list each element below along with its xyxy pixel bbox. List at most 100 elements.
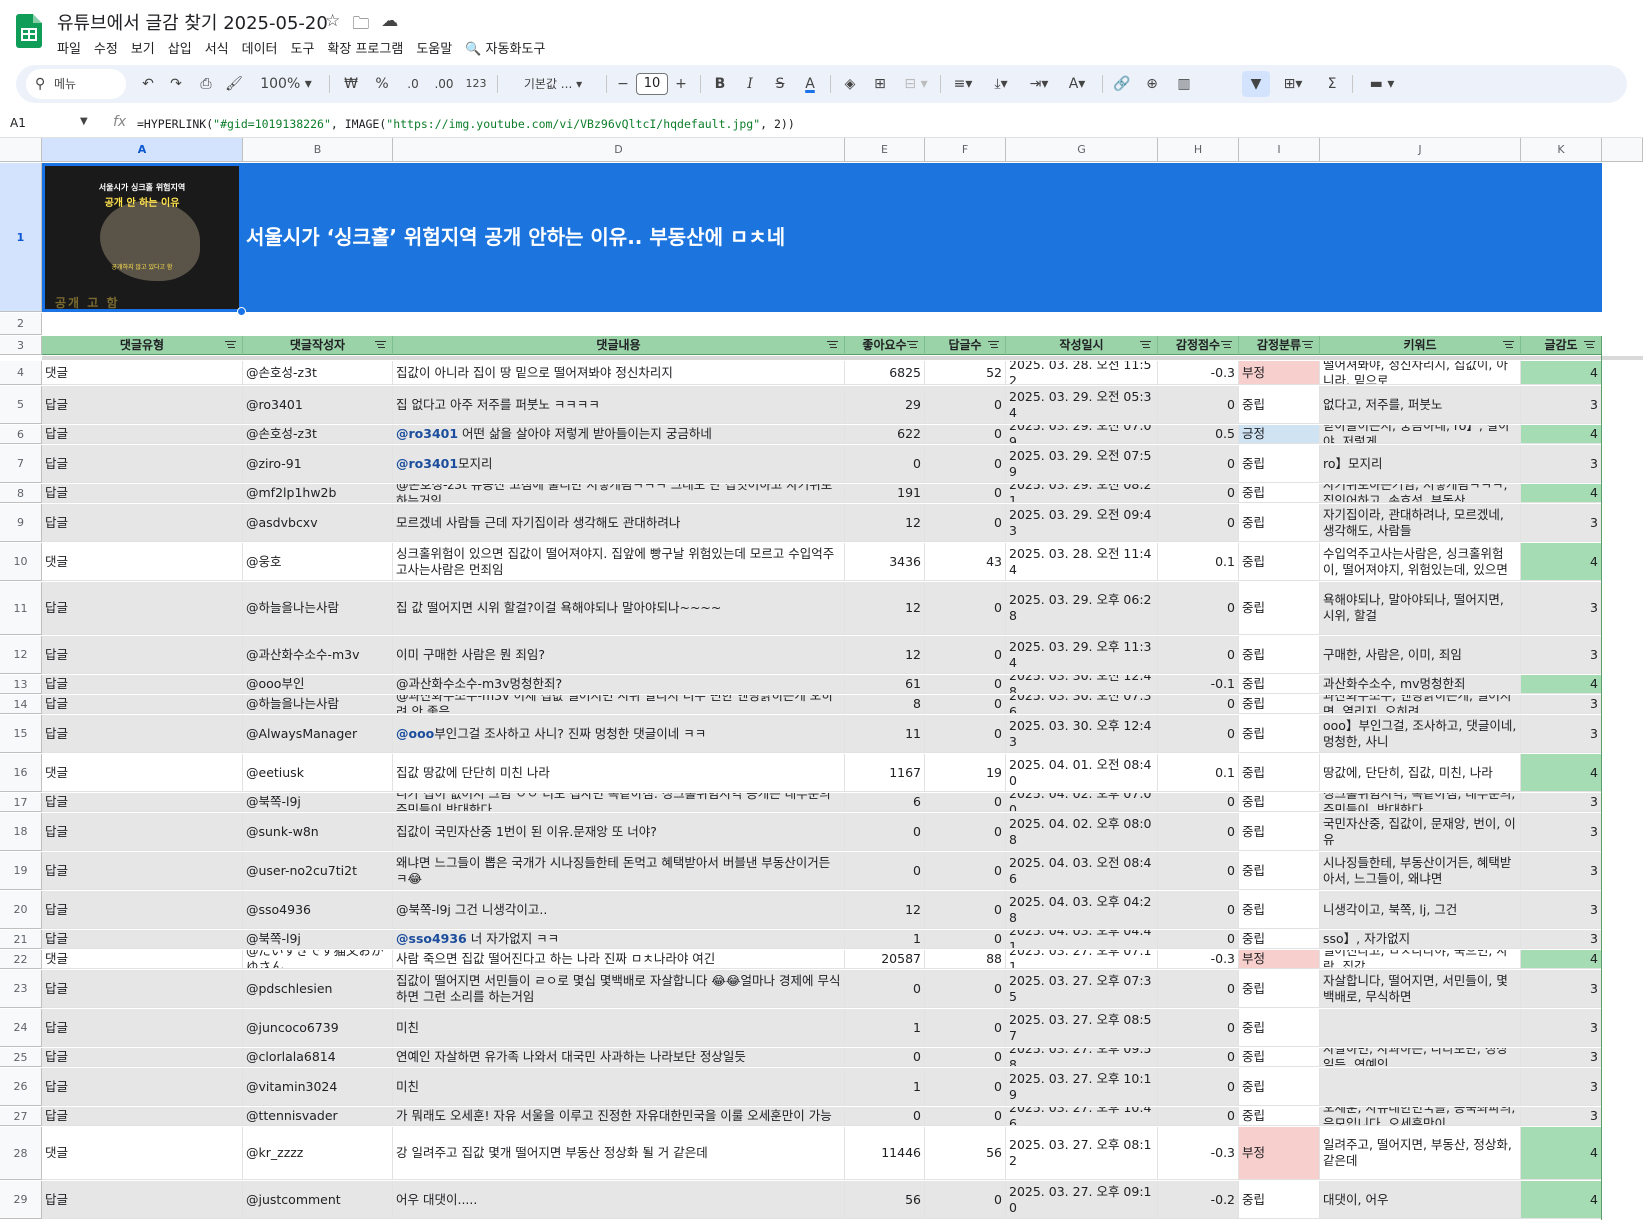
- cell-replies[interactable]: 0: [925, 695, 1006, 714]
- cell-score[interactable]: 0: [1158, 1107, 1239, 1126]
- text-wrap-icon[interactable]: ⇥▾: [1022, 65, 1056, 103]
- cell-content[interactable]: 왜냐면 느그들이 뽑은 국개가 시나징들한테 돈먹고 혜택받아서 버블낸 부동산…: [393, 852, 845, 890]
- cell-type[interactable]: 답글: [42, 970, 243, 1008]
- menu-help[interactable]: 도움말: [416, 38, 452, 57]
- column-header[interactable]: B: [243, 138, 393, 162]
- cell-grade[interactable]: 4: [1521, 675, 1602, 694]
- row-header[interactable]: 18: [0, 813, 42, 851]
- menu-insert[interactable]: 삽입: [168, 38, 192, 57]
- cell-replies[interactable]: 56: [925, 1127, 1006, 1180]
- cell-likes[interactable]: 0: [845, 852, 925, 890]
- sheets-logo-icon[interactable]: [16, 14, 42, 48]
- cell-kw[interactable]: 오세훈, 자유대한민국을, 종북좌파의, 음모입니다, 오세훈만이: [1320, 1107, 1521, 1126]
- column-header[interactable]: K: [1521, 138, 1602, 162]
- document-title[interactable]: 유튜브에서 글감 찾기 2025-05-20: [57, 9, 328, 35]
- move-folder-icon[interactable]: 🗀: [352, 11, 369, 40]
- filter-button-icon[interactable]: [375, 341, 386, 349]
- video-thumbnail[interactable]: 서울시가 싱크홀 위험지역 공개 안 하는 이유 공개하지 않고 있다고 함 공…: [43, 164, 241, 311]
- row-header[interactable]: 6: [0, 425, 42, 444]
- cell-type[interactable]: 답글: [42, 1009, 243, 1047]
- cell-content[interactable]: @ro3401 어떤 삶을 살아야 저렇게 받아들이는지 궁금하네: [393, 425, 845, 444]
- cell-replies[interactable]: 43: [925, 543, 1006, 581]
- cell-date[interactable]: 2025. 03. 29. 오전 07:59: [1006, 445, 1158, 483]
- cell-kw[interactable]: 자기집이라, 관대하려나, 모르겠네, 생각해도, 사람들: [1320, 504, 1521, 542]
- column-header[interactable]: F: [925, 138, 1006, 162]
- cell-author[interactable]: @juncoco6739: [243, 1009, 393, 1047]
- cell-type[interactable]: 댓글: [42, 361, 243, 385]
- row-header[interactable]: 20: [0, 891, 42, 929]
- cell-score[interactable]: -0.3: [1158, 1127, 1239, 1180]
- cell-likes[interactable]: 12: [845, 582, 925, 635]
- cell-score[interactable]: -0.3: [1158, 950, 1239, 969]
- cell-author[interactable]: @vitamin3024: [243, 1068, 393, 1106]
- filter-button-icon[interactable]: [225, 341, 236, 349]
- cell-date[interactable]: 2025. 03. 30. 오후 12:43: [1006, 715, 1158, 753]
- cell-score[interactable]: 0.5: [1158, 425, 1239, 444]
- menu-tools[interactable]: 도구: [291, 38, 315, 57]
- cell-grade[interactable]: 3: [1521, 930, 1602, 949]
- filter-button-icon[interactable]: [1503, 341, 1514, 349]
- cell-content[interactable]: 연예인 자살하면 유가족 나와서 대국민 사과하는 나라보단 정상일듯: [393, 1048, 845, 1067]
- row-header[interactable]: 11: [0, 582, 42, 635]
- row-header[interactable]: 22: [0, 950, 42, 969]
- cell-type[interactable]: 답글: [42, 930, 243, 949]
- cell-type[interactable]: 답글: [42, 1048, 243, 1067]
- cell-kw[interactable]: 땅값에, 단단히, 집값, 미친, 나라: [1320, 754, 1521, 792]
- cell-content[interactable]: 집 없다고 아주 저주를 퍼붓노 ㅋㅋㅋㅋ: [393, 386, 845, 424]
- cell-cls[interactable]: 중립: [1239, 754, 1320, 792]
- cell-author[interactable]: @sso4936: [243, 891, 393, 929]
- decrease-decimal-button[interactable]: .0: [400, 65, 426, 103]
- cell-grade[interactable]: 3: [1521, 1068, 1602, 1106]
- row-header[interactable]: 12: [0, 636, 42, 674]
- cell-grade[interactable]: 4: [1521, 543, 1602, 581]
- cell-cls[interactable]: 중립: [1239, 1048, 1320, 1067]
- cell-date[interactable]: 2025. 03. 27. 오후 10:46: [1006, 1107, 1158, 1126]
- redo-icon[interactable]: ↷: [164, 65, 188, 103]
- row-header[interactable]: 10: [0, 543, 42, 581]
- cell-likes[interactable]: 0: [845, 1048, 925, 1067]
- cell-grade[interactable]: 4: [1521, 484, 1602, 503]
- cell-date[interactable]: 2025. 03. 27. 오후 08:12: [1006, 1127, 1158, 1180]
- cell-score[interactable]: 0: [1158, 852, 1239, 890]
- cell-date[interactable]: 2025. 03. 27. 오후 07:11: [1006, 950, 1158, 969]
- cell-replies[interactable]: 0: [925, 582, 1006, 635]
- cell-content[interactable]: 집값 땅값에 단단히 미친 나라: [393, 754, 845, 792]
- cell-cls[interactable]: 부정: [1239, 361, 1320, 385]
- cell-likes[interactable]: 0: [845, 445, 925, 483]
- filter-button-icon[interactable]: [1221, 341, 1232, 349]
- cell-grade[interactable]: 3: [1521, 386, 1602, 424]
- cell-cls[interactable]: 중립: [1239, 1009, 1320, 1047]
- cell-replies[interactable]: 0: [925, 813, 1006, 851]
- cell-kw[interactable]: 니생각이고, 북쪽, lj, 그건: [1320, 891, 1521, 929]
- cell-replies[interactable]: 0: [925, 1068, 1006, 1106]
- cell-score[interactable]: 0.1: [1158, 754, 1239, 792]
- input-tools-icon[interactable]: ▬ ▾: [1362, 65, 1402, 103]
- cell-content[interactable]: @ro3401모지리: [393, 445, 845, 483]
- cell-type[interactable]: 답글: [42, 582, 243, 635]
- cell-date[interactable]: 2025. 03. 29. 오전 09:43: [1006, 504, 1158, 542]
- filter-icon[interactable]: ▼: [1244, 65, 1268, 103]
- cell-cls[interactable]: 긍정: [1239, 425, 1320, 444]
- cell-kw[interactable]: 없다고, 저주를, 퍼붓노: [1320, 386, 1521, 424]
- cell-likes[interactable]: 0: [845, 1107, 925, 1126]
- cell-cls[interactable]: 부정: [1239, 1127, 1320, 1180]
- cell-kw[interactable]: 자살합니다, 떨어지면, 서민들이, 몇백배로, 무식하면: [1320, 970, 1521, 1008]
- cell-replies[interactable]: 0: [925, 675, 1006, 694]
- cell-date[interactable]: 2025. 03. 28. 오전 11:44: [1006, 543, 1158, 581]
- functions-icon[interactable]: Σ: [1320, 65, 1344, 103]
- cell-author[interactable]: @북쪽-l9j: [243, 930, 393, 949]
- row-header[interactable]: 23: [0, 970, 42, 1008]
- insert-comment-icon[interactable]: ⊕: [1140, 65, 1164, 103]
- cell-kw[interactable]: 욕해야되나, 말아야되나, 떨어지면, 시위, 할걸: [1320, 582, 1521, 635]
- cell-author[interactable]: @북쪽-l9j: [243, 793, 393, 812]
- zoom-select[interactable]: 100% ▾: [256, 65, 316, 103]
- cell-date[interactable]: 2025. 04. 03. 오전 08:46: [1006, 852, 1158, 890]
- cell-type[interactable]: 답글: [42, 793, 243, 812]
- cell-cls[interactable]: 중립: [1239, 484, 1320, 503]
- cell-score[interactable]: 0: [1158, 1068, 1239, 1106]
- cell-likes[interactable]: 191: [845, 484, 925, 503]
- filter-button-icon[interactable]: [827, 341, 838, 349]
- column-header[interactable]: G: [1006, 138, 1158, 162]
- horizontal-align-icon[interactable]: ≡▾: [946, 65, 980, 103]
- cell-type[interactable]: 답글: [42, 675, 243, 694]
